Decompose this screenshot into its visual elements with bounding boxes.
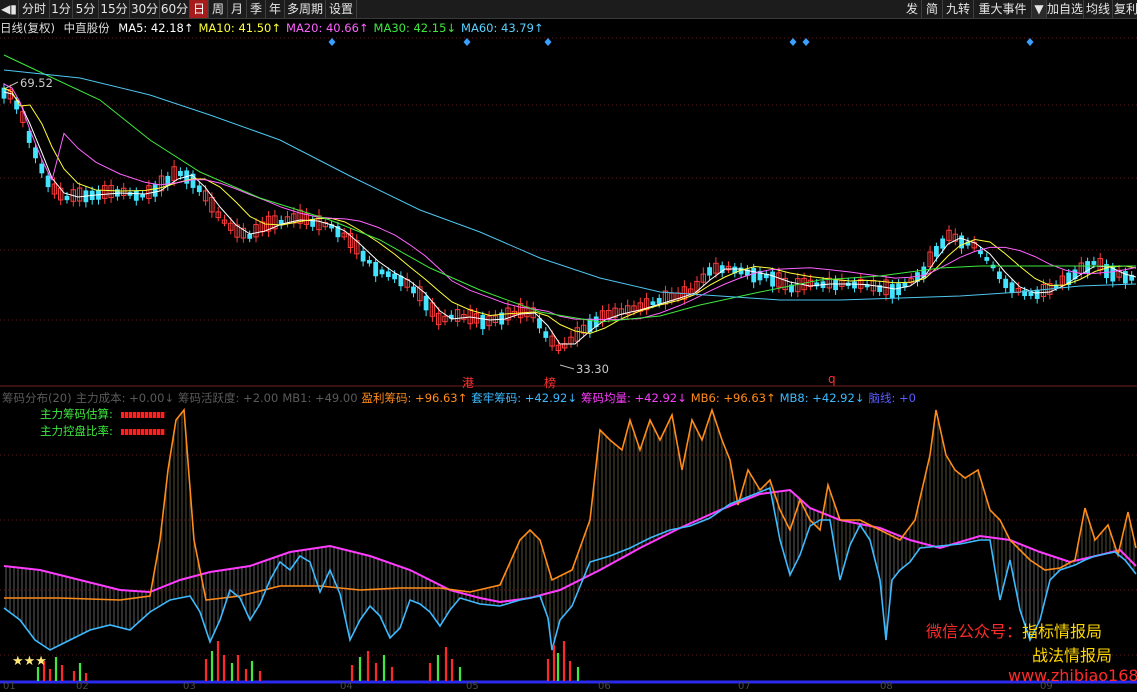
candle-body xyxy=(1003,278,1009,289)
legend-chip-estimate-bar xyxy=(120,411,165,418)
candle-body xyxy=(1034,289,1040,299)
indicator-header-item: MB1: +49.00 xyxy=(282,391,358,405)
legend-chip-estimate-label: 主力筹码估算: xyxy=(40,407,113,421)
candle-body xyxy=(392,273,397,280)
candle-body xyxy=(959,235,964,249)
candle-body xyxy=(1009,282,1015,294)
candle-body xyxy=(196,185,202,193)
high-price-label: 69.52 xyxy=(20,76,53,90)
x-axis-label: 07 xyxy=(738,681,751,692)
indicator-header-item: 脑线: +0 xyxy=(868,391,916,405)
x-axis-label: 05 xyxy=(466,681,479,692)
candle-body xyxy=(934,246,939,257)
low-price-label: 33.30 xyxy=(576,362,609,376)
watermark-zhanfa: 战法情报局 xyxy=(1032,646,1113,665)
low-pointer xyxy=(559,364,575,370)
watermark-wechat: 微信公众号：指标情报局 xyxy=(926,618,1102,642)
candle-body xyxy=(178,170,183,177)
candle-body xyxy=(373,261,379,277)
x-axis-label: 01 xyxy=(3,681,16,692)
high-pointer xyxy=(5,81,19,89)
marker-bang[interactable]: 榜 xyxy=(544,374,556,391)
candle-body xyxy=(133,190,139,201)
candle-body xyxy=(379,269,385,275)
watermark-wechat-prefix: 微信公众号： xyxy=(926,622,1023,641)
ma30-line xyxy=(3,54,1136,323)
indicator-header-item: 主力成本: +0.00↓ xyxy=(75,391,175,405)
legend-control-ratio: 主力控盘比率: xyxy=(40,423,165,439)
candle-body xyxy=(360,250,366,262)
ma10-line xyxy=(3,87,1137,335)
candle-body xyxy=(247,233,253,239)
x-axis-label: 03 xyxy=(183,681,196,692)
indicator-header: 筹码分布(20) 主力成本: +0.00↓ 筹码活跃度: +2.00 MB1: +49… xyxy=(2,390,920,406)
watermark-url: www.zhibiao168.com xyxy=(1008,666,1137,685)
candle-body xyxy=(707,267,712,276)
signal-diamond xyxy=(1026,38,1034,46)
x-axis-label: 02 xyxy=(76,681,89,692)
candle-body xyxy=(940,238,946,249)
candle-body xyxy=(543,331,549,338)
indicator-header-item: 套牢筹码: +42.92↓ xyxy=(471,391,577,405)
indicator-header-item: MB6: +96.63↑ xyxy=(690,391,776,405)
ma20-line xyxy=(3,83,1137,320)
x-axis-label: 04 xyxy=(340,681,353,692)
candle-body xyxy=(833,279,838,291)
candle-body xyxy=(39,163,45,174)
watermark-wechat-name: 指标情报局 xyxy=(1022,622,1103,641)
signal-diamond xyxy=(328,38,336,46)
rating-stars: ★★★ xyxy=(12,654,47,669)
candle-body xyxy=(978,250,983,255)
candle-body xyxy=(385,271,391,278)
marker-q[interactable]: q xyxy=(828,372,836,386)
candle-body xyxy=(997,271,1002,280)
candle-body xyxy=(411,286,416,294)
candle-body xyxy=(896,283,901,296)
x-axis-label: 08 xyxy=(880,681,893,692)
candle-body xyxy=(984,257,990,261)
signal-diamond xyxy=(544,38,552,46)
ma5-line xyxy=(3,91,1137,345)
signal-diamond xyxy=(789,38,797,46)
kline-chart[interactable] xyxy=(0,0,1137,692)
indicator-header-item: MB8: +42.92↓ xyxy=(779,391,865,405)
legend-control-ratio-label: 主力控盘比率: xyxy=(40,424,113,438)
candle-body xyxy=(64,195,70,201)
candle-body xyxy=(770,271,775,287)
indicator-header-item: 筹码分布(20) xyxy=(2,391,72,405)
marker-gang[interactable]: 港 xyxy=(462,374,474,391)
candle-body xyxy=(140,194,145,198)
candle-body xyxy=(480,314,486,330)
signal-diamond xyxy=(463,38,471,46)
candle-body xyxy=(45,175,51,188)
candle-body xyxy=(889,284,895,298)
candle-body xyxy=(152,184,158,197)
candle-body xyxy=(852,281,857,289)
candle-body xyxy=(656,297,662,304)
legend-control-ratio-bar xyxy=(120,428,165,435)
indicator-header-item: 筹码均量: +42.92↓ xyxy=(581,391,687,405)
candle-body xyxy=(1091,261,1097,265)
x-axis-label: 06 xyxy=(598,681,611,692)
candle-body xyxy=(751,267,757,283)
candle-body xyxy=(367,260,372,264)
legend-chip-estimate: 主力筹码估算: xyxy=(40,406,165,422)
indicator-header-item: 盈利筹码: +96.63↑ xyxy=(361,391,468,405)
candle-body xyxy=(650,301,656,306)
candle-body xyxy=(423,295,429,311)
signal-diamond xyxy=(802,38,810,46)
indicator-header-item: 筹码活跃度: +2.00 xyxy=(178,391,279,405)
